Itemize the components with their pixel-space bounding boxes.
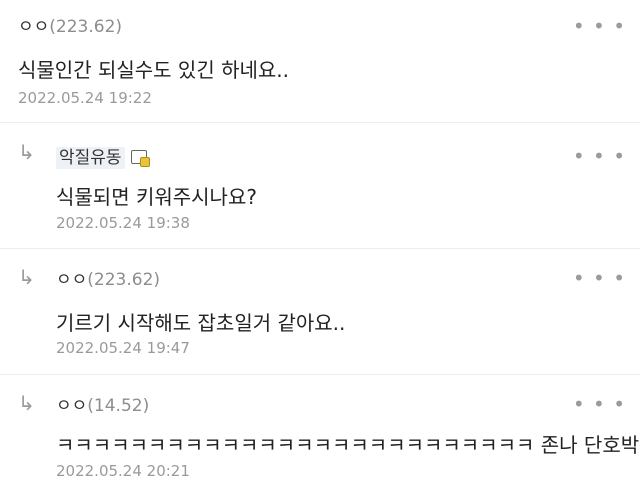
comment-date: 2022.05.24 19:38 (56, 214, 190, 232)
author-name: ㅇㅇ (56, 270, 88, 290)
comment-author[interactable]: ㅇㅇ(223.62) (56, 265, 160, 290)
comment-text: 식물인간 되실수도 있긴 하네요.. (18, 58, 289, 82)
reply-item: ↳ ㅇㅇ(223.62) • • • 기르기 시작해도 잡초일거 같아요.. 2… (0, 249, 640, 374)
comment-text: 식물되면 키워주시나요? (56, 185, 257, 209)
reply-item: ↳ ㅇㅇ(14.52) • • • ㅋㅋㅋㅋㅋㅋㅋㅋㅋㅋㅋㅋㅋㅋㅋㅋㅋㅋㅋㅋㅋㅋ… (0, 375, 640, 499)
comment-item: ㅇㅇ(223.62) • • • 식물인간 되실수도 있긴 하네요.. 2022… (0, 0, 640, 122)
comment-author[interactable]: ㅇㅇ(14.52) (56, 391, 149, 416)
author-ip: (223.62) (87, 270, 161, 290)
comment-text: ㅋㅋㅋㅋㅋㅋㅋㅋㅋㅋㅋㅋㅋㅋㅋㅋㅋㅋㅋㅋㅋㅋㅋㅋㅋㅋ 존나 단호박 (56, 433, 640, 457)
more-options-icon[interactable]: • • • (573, 392, 626, 416)
author-ip: (14.52) (87, 396, 150, 416)
reply-arrow-icon: ↳ (18, 391, 35, 415)
gallery-badge-icon (130, 150, 150, 167)
comment-date: 2022.05.24 19:47 (56, 339, 190, 357)
comment-text: 기르기 시작해도 잡초일거 같아요.. (56, 311, 346, 335)
author-name: 악질유동 (56, 147, 125, 169)
author-ip: (223.62) (49, 17, 123, 37)
author-name: ㅇㅇ (18, 17, 50, 37)
more-options-icon[interactable]: • • • (573, 14, 626, 38)
reply-item: ↳ 악질유동 • • • 식물되면 키워주시나요? 2022.05.24 19:… (0, 123, 640, 248)
comment-date: 2022.05.24 20:21 (56, 462, 190, 480)
more-options-icon[interactable]: • • • (573, 266, 626, 290)
comment-date: 2022.05.24 19:22 (18, 89, 152, 107)
reply-arrow-icon: ↳ (18, 265, 35, 289)
comment-author[interactable]: 악질유동 (56, 143, 150, 169)
more-options-icon[interactable]: • • • (573, 144, 626, 168)
comment-author[interactable]: ㅇㅇ(223.62) (18, 12, 122, 37)
reply-arrow-icon: ↳ (18, 140, 35, 164)
author-name: ㅇㅇ (56, 396, 88, 416)
